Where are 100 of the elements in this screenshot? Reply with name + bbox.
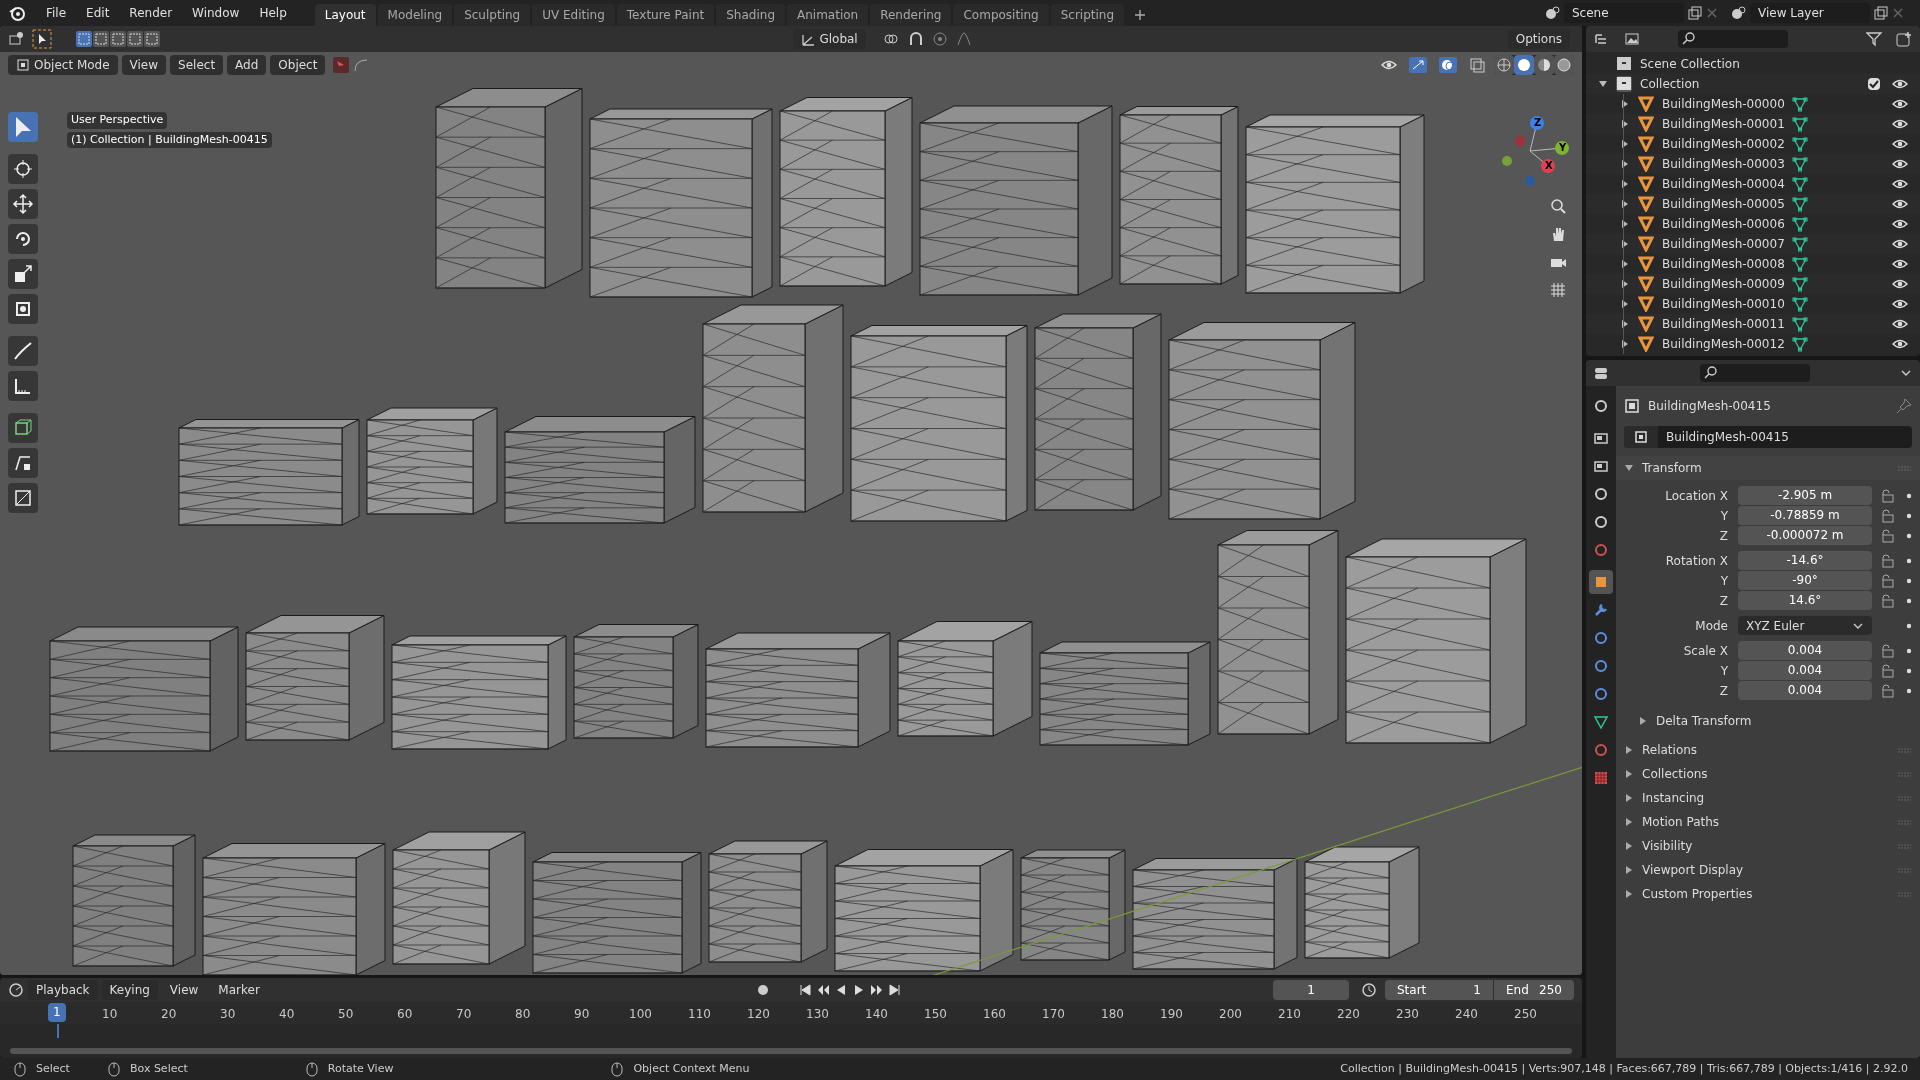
search-field[interactable] [1678, 30, 1788, 48]
outliner-item[interactable]: BuildingMesh-00008 [1662, 255, 1792, 273]
keyframe-dot-icon[interactable] [1906, 687, 1912, 694]
modifier-tab-icon[interactable] [1593, 602, 1609, 618]
expand-arrow-icon[interactable] [1598, 79, 1608, 89]
menu-item[interactable]: Help [251, 2, 295, 24]
clock-icon[interactable] [1361, 982, 1377, 998]
mesh-data-tab-icon[interactable] [1593, 714, 1609, 730]
copy-icon[interactable] [1688, 6, 1702, 20]
outliner-item[interactable]: BuildingMesh-00010 [1662, 295, 1792, 313]
shading-material-button[interactable] [1534, 55, 1554, 75]
lock-icon[interactable] [1880, 683, 1896, 698]
workspace-tab[interactable]: Sculpting [454, 4, 531, 26]
mesh-data-icon[interactable] [1792, 136, 1808, 152]
menu-item[interactable]: Keying [101, 980, 158, 1000]
playhead-frame[interactable]: 1 [48, 1003, 66, 1022]
outliner-item[interactable]: BuildingMesh-00005 [1662, 195, 1792, 213]
pivot-icon[interactable] [881, 31, 900, 47]
view-layer-icon[interactable] [1730, 5, 1746, 21]
selection-mode-icon[interactable] [127, 31, 143, 47]
record-icon[interactable] [755, 983, 770, 997]
view-layer-field[interactable]: View Layer [1750, 3, 1870, 23]
expand-arrow-icon[interactable] [1620, 219, 1630, 229]
eye-icon[interactable] [1892, 137, 1908, 151]
outliner-item[interactable]: BuildingMesh-00007 [1662, 235, 1792, 253]
workspace-tab[interactable]: Texture Paint [616, 4, 715, 26]
menu-item[interactable]: View [121, 55, 167, 75]
visibility-icon[interactable] [1381, 58, 1397, 72]
workspace-tab[interactable]: Scripting [1050, 4, 1125, 26]
mesh-data-icon[interactable] [1792, 256, 1808, 272]
rotate-tool-button[interactable] [8, 224, 38, 254]
keyframe-dot-icon[interactable] [1906, 532, 1912, 539]
expand-arrow-icon[interactable] [1624, 463, 1634, 473]
panel-header[interactable]: Relations [1642, 741, 1889, 759]
search-field[interactable] [1700, 364, 1810, 382]
mesh-data-icon[interactable] [1792, 176, 1808, 192]
outliner-item[interactable]: Scene Collection [1640, 55, 1740, 73]
close-icon[interactable] [1706, 7, 1718, 19]
eye-icon[interactable] [1892, 257, 1908, 271]
lock-icon[interactable] [1880, 553, 1896, 568]
add-cube-tool-button[interactable] [8, 413, 38, 443]
outliner-item[interactable]: BuildingMesh-00006 [1662, 215, 1792, 233]
workspace-tab[interactable]: Rendering [870, 4, 952, 26]
expand-arrow-icon[interactable] [1620, 279, 1630, 289]
eye-icon[interactable] [1892, 337, 1908, 351]
expand-arrow-icon[interactable] [1620, 99, 1630, 109]
measure-tool-button[interactable] [8, 371, 38, 401]
selection-mode-icon[interactable] [110, 31, 126, 47]
orientation-dropdown[interactable]: Global [793, 29, 866, 49]
output-tab-icon[interactable] [1593, 458, 1609, 474]
panel-header[interactable]: Motion Paths [1642, 813, 1889, 831]
outliner-item[interactable]: BuildingMesh-00011 [1662, 315, 1792, 333]
mesh-data-icon[interactable] [1792, 276, 1808, 292]
eye-icon[interactable] [1892, 117, 1908, 131]
close-icon[interactable] [1892, 7, 1904, 19]
expand-arrow-icon[interactable] [1624, 769, 1634, 779]
xray-icon[interactable] [1469, 56, 1486, 74]
mesh-data-icon[interactable] [1792, 116, 1808, 132]
eye-icon[interactable] [1892, 217, 1908, 231]
eye-icon[interactable] [1892, 237, 1908, 251]
shading-wireframe-button[interactable] [1494, 55, 1514, 75]
outliner-item[interactable]: BuildingMesh-00009 [1662, 275, 1792, 293]
menu-item[interactable]: Edit [78, 2, 118, 24]
number-field[interactable]: 0.004 [1738, 661, 1872, 680]
shear-tool-button[interactable] [8, 448, 38, 478]
number-field[interactable]: -2.905 m [1738, 486, 1872, 505]
number-field[interactable]: 0.004 [1738, 681, 1872, 700]
expand-arrow-icon[interactable] [1620, 319, 1630, 329]
current-frame-field[interactable]: 1 [1273, 980, 1349, 1000]
snap-target-icon[interactable] [333, 57, 350, 73]
menu-item[interactable]: Window [184, 2, 248, 24]
mode-dropdown[interactable]: XYZ Euler [1738, 616, 1872, 635]
transform-tool-button[interactable] [8, 294, 38, 324]
mode-dropdown[interactable]: Object Mode [8, 55, 118, 75]
scene-field[interactable]: Scene [1564, 3, 1684, 23]
keyframe-dot-icon[interactable] [1906, 647, 1912, 654]
eye-icon[interactable] [1892, 77, 1908, 91]
expand-arrow-icon[interactable] [1620, 159, 1630, 169]
subpanel-header[interactable]: Delta Transform [1656, 712, 1752, 730]
object-mode-icon[interactable] [8, 31, 24, 47]
selection-mode-icon[interactable] [144, 31, 160, 47]
number-field[interactable]: -90° [1738, 571, 1872, 590]
outliner-item[interactable]: Collection [1640, 75, 1868, 93]
add-icon[interactable] [1134, 9, 1147, 21]
proportional-icon[interactable] [931, 31, 948, 47]
annotate-tool-button[interactable] [8, 336, 38, 366]
checkbox[interactable] [1868, 78, 1880, 90]
panel-header[interactable]: Collections [1642, 765, 1889, 783]
scrollbar[interactable] [10, 1048, 1572, 1054]
lock-icon[interactable] [1880, 573, 1896, 588]
keyframe-dot-icon[interactable] [1906, 577, 1912, 584]
render-tab-icon[interactable] [1593, 430, 1609, 446]
workspace-tab[interactable]: Layout [314, 4, 376, 26]
mesh-data-icon[interactable] [1792, 336, 1808, 352]
expand-arrow-icon[interactable] [1620, 139, 1630, 149]
menu-item[interactable]: Render [121, 2, 181, 24]
number-field[interactable]: -0.78859 m [1738, 506, 1872, 525]
falloff-curve-icon[interactable] [955, 31, 972, 47]
number-field[interactable]: 14.6° [1738, 591, 1872, 610]
curve-icon[interactable] [353, 57, 370, 73]
